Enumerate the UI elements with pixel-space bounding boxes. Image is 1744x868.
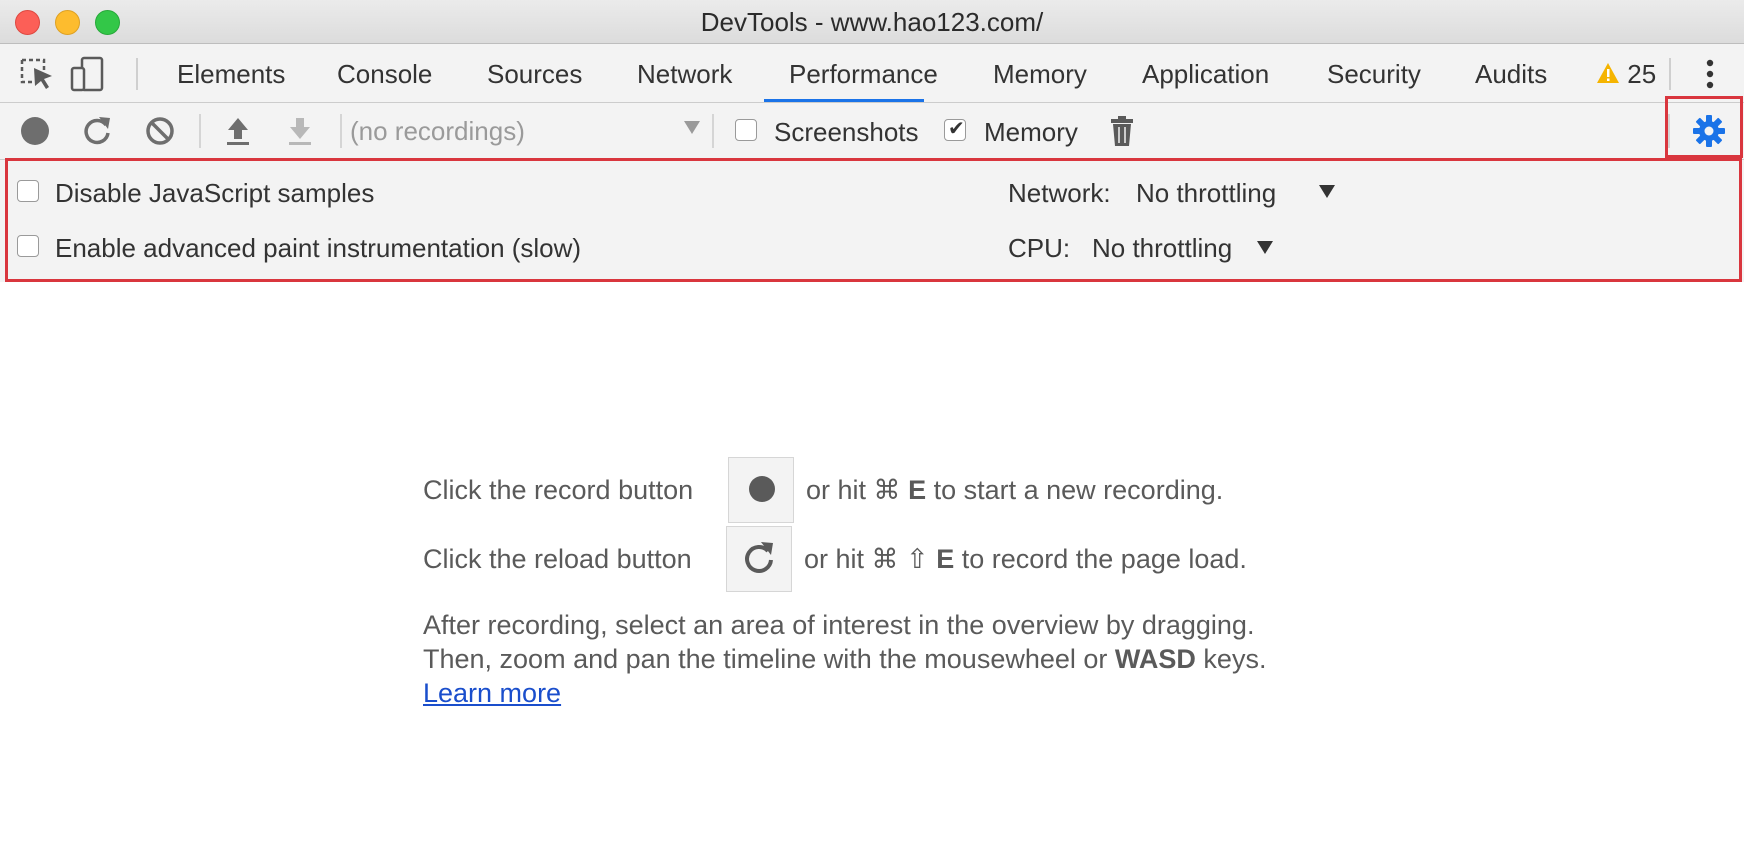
toolbar-divider xyxy=(199,114,201,148)
device-toolbar-icon[interactable] xyxy=(68,54,108,94)
reload-icon xyxy=(745,542,773,573)
record-instruction-suffix: or hit ⌘ E to start a new recording. xyxy=(806,474,1223,506)
upload-icon[interactable] xyxy=(221,114,255,148)
warning-triangle-icon xyxy=(1597,63,1619,83)
recordings-select[interactable]: (no recordings) xyxy=(350,111,710,151)
settings-highlight-box xyxy=(5,158,1742,282)
screenshots-label: Screenshots xyxy=(774,117,919,147)
toolbar-divider xyxy=(340,114,342,148)
download-icon[interactable] xyxy=(283,114,317,148)
command-key-icon: ⌘ xyxy=(873,475,901,505)
window-titlebar: DevTools - www.hao123.com/ xyxy=(0,0,1744,44)
landing-reload-button[interactable] xyxy=(726,526,792,592)
reload-instruction-prefix: Click the reload button xyxy=(423,544,692,574)
tab-console[interactable]: Console xyxy=(337,44,432,103)
active-tab-indicator xyxy=(764,99,924,102)
after-recording-line2: Then, zoom and pan the timeline with the… xyxy=(423,643,1266,675)
memory-label: Memory xyxy=(984,117,1078,147)
warnings-count: 25 xyxy=(1627,59,1657,89)
record-icon[interactable] xyxy=(18,114,52,148)
clear-icon[interactable] xyxy=(143,114,177,148)
screenshots-checkbox[interactable] xyxy=(735,119,757,141)
chevron-down-icon xyxy=(684,121,700,134)
tab-audits[interactable]: Audits xyxy=(1475,44,1547,103)
reload-suffix-text: to record the page load. xyxy=(961,544,1247,574)
tab-sources[interactable]: Sources xyxy=(487,44,582,103)
toolbar-divider xyxy=(1669,58,1671,90)
record-or-hit-text: or hit xyxy=(806,475,867,505)
record-suffix-text: to start a new recording. xyxy=(933,475,1224,505)
reload-instruction-suffix: or hit ⌘ ⇧ E to record the page load. xyxy=(804,543,1247,575)
performance-toolbar: (no recordings) Screenshots Memory xyxy=(0,103,1744,160)
reload-shortcut-key: E xyxy=(936,544,955,574)
trash-icon[interactable] xyxy=(1105,114,1139,148)
wasd-keys: WASD xyxy=(1114,644,1196,674)
record-instruction-prefix: Click the record button xyxy=(423,475,694,505)
warnings-counter[interactable]: 25 xyxy=(1596,44,1656,103)
more-options-icon[interactable] xyxy=(1690,54,1730,94)
gear-highlight-box xyxy=(1665,96,1743,158)
tab-application[interactable]: Application xyxy=(1142,44,1269,103)
record-icon xyxy=(749,476,775,502)
devtools-tabbar: Elements Console Sources Network Perform… xyxy=(0,44,1744,103)
command-shift-key-icon: ⌘ ⇧ xyxy=(871,544,929,574)
after-recording-line1: After recording, select an area of inter… xyxy=(423,610,1255,640)
reload-icon[interactable] xyxy=(80,114,114,148)
inspect-element-icon[interactable] xyxy=(18,54,58,94)
window-title: DevTools - www.hao123.com/ xyxy=(700,7,1044,37)
toolbar-divider xyxy=(712,114,714,148)
tab-elements[interactable]: Elements xyxy=(177,44,285,103)
performance-landing xyxy=(0,283,1744,868)
after-line2-text: Then, zoom and pan the timeline with the… xyxy=(423,644,1108,674)
tab-performance[interactable]: Performance xyxy=(789,44,938,103)
tab-memory[interactable]: Memory xyxy=(993,44,1087,103)
tab-security[interactable]: Security xyxy=(1327,44,1421,103)
after-line2-suffix: keys. xyxy=(1203,644,1267,674)
record-shortcut-key: E xyxy=(908,475,927,505)
tab-network[interactable]: Network xyxy=(637,44,732,103)
toolbar-divider xyxy=(136,58,138,90)
learn-more-link[interactable]: Learn more xyxy=(423,677,561,709)
reload-or-hit-text: or hit xyxy=(804,544,865,574)
landing-record-button[interactable] xyxy=(728,457,794,523)
memory-checkbox[interactable] xyxy=(944,116,966,141)
